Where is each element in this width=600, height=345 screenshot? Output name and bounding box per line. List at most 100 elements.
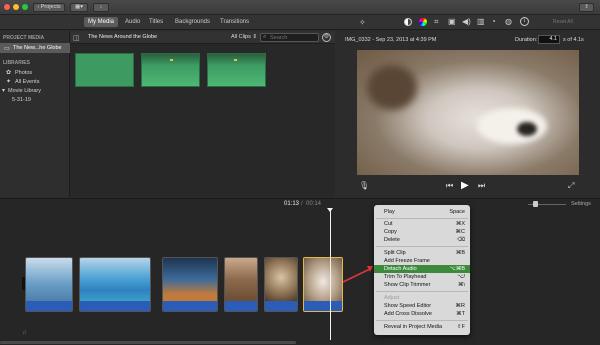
clip-audio-track: [265, 301, 297, 311]
equalizer-icon[interactable]: ▥: [477, 17, 485, 26]
noise-reduction-icon[interactable]: ◍: [505, 17, 512, 26]
duration-total: s of 4.1s: [563, 37, 584, 43]
speed-icon[interactable]: ◔: [491, 17, 496, 26]
tab-transitions[interactable]: Transitions: [216, 17, 253, 27]
magic-wand-icon[interactable]: ✧: [359, 18, 366, 27]
timeline-clip-selected[interactable]: [303, 257, 343, 312]
clip-name: IMG_0332 - Sep 23, 2013 at 4:39 PM: [345, 37, 437, 43]
zoom-window-button[interactable]: [22, 4, 28, 10]
close-window-button[interactable]: [4, 4, 10, 10]
projects-back-button[interactable]: ‹ Projects: [33, 3, 65, 12]
timeline-clip[interactable]: [264, 257, 298, 312]
info-icon[interactable]: i: [520, 17, 529, 26]
stabilization-icon[interactable]: ▣: [448, 17, 456, 26]
photos-icon: ✿: [6, 70, 12, 76]
film-icon: ▭: [4, 46, 10, 52]
media-browser-toggle-button[interactable]: ▦▾: [70, 3, 88, 12]
thumbnail-marker: [170, 59, 173, 61]
sidebar-toggle-icon[interactable]: ◫: [73, 34, 80, 42]
menu-item-delete[interactable]: Delete ⌫: [374, 236, 470, 244]
settings-button[interactable]: Settings: [571, 201, 591, 207]
crop-icon[interactable]: ⌗: [434, 17, 439, 27]
clips-filter-select[interactable]: All Clips ⇕: [231, 34, 257, 40]
clip-audio-track: [304, 301, 342, 311]
skip-forward-icon[interactable]: ⏭︎: [478, 181, 485, 191]
clip-audio-track: [26, 301, 72, 311]
skip-back-icon[interactable]: ⏮︎: [446, 181, 453, 191]
timeline-clip[interactable]: [224, 257, 258, 312]
menu-separator: [376, 320, 468, 321]
video-preview: [357, 50, 579, 175]
menu-item-detach-audio[interactable]: Detach Audio ⌥⌘B: [374, 265, 470, 273]
clip-audio-track: [163, 301, 217, 311]
title-bar: ‹ Projects ▦▾ ↓ ⇪: [0, 0, 600, 15]
sidebar-item-all-events[interactable]: ✦ All Events: [6, 78, 68, 86]
menu-item-reveal-in-project-media[interactable]: Reveal in Project Media ⇧F: [374, 323, 470, 331]
tab-backgrounds[interactable]: Backgrounds: [171, 17, 214, 27]
duration-field[interactable]: 4.1: [538, 35, 560, 44]
sidebar-item-event[interactable]: 5-31-19: [12, 97, 68, 105]
settings-gear-icon[interactable]: ⚙: [322, 33, 331, 42]
timeline-clip[interactable]: [25, 257, 73, 312]
share-button[interactable]: ⇪: [579, 3, 594, 12]
clip-thumbnail: [265, 258, 297, 301]
menu-item-play[interactable]: Play Space: [374, 208, 470, 216]
playhead-handle-icon[interactable]: [327, 208, 333, 212]
disclosure-triangle-icon[interactable]: ▾: [2, 87, 5, 94]
tab-my-media[interactable]: My Media: [84, 17, 119, 27]
menu-item-show-clip-trimmer[interactable]: Show Clip Trimmer ⌘\: [374, 281, 470, 289]
import-button[interactable]: ↓: [93, 3, 109, 12]
menu-item-copy[interactable]: Copy ⌘C: [374, 228, 470, 236]
clip-thumbnail: [163, 258, 217, 301]
search-field[interactable]: ⌕ Search: [260, 33, 319, 42]
clip-audio-track: [225, 301, 257, 311]
color-correction-icon[interactable]: [419, 18, 427, 26]
menu-item-split-clip[interactable]: Split Clip ⌘B: [374, 249, 470, 257]
preview-blur-shape: [517, 122, 537, 136]
menu-separator: [376, 291, 468, 292]
minimize-window-button[interactable]: [13, 4, 19, 10]
browser-title: The News Around the Globe: [88, 34, 158, 40]
microphone-icon[interactable]: 🎙︎: [359, 181, 369, 190]
menu-item-add-freeze-frame[interactable]: Add Freeze Frame: [374, 257, 470, 265]
fullscreen-icon[interactable]: ⤢: [568, 181, 574, 191]
menu-item-show-speed-editor[interactable]: Show Speed Editor ⌘R: [374, 302, 470, 310]
playhead[interactable]: [330, 210, 331, 340]
color-balance-icon[interactable]: [404, 18, 412, 26]
sidebar-item-project[interactable]: ▭ The New...he Globe: [0, 43, 70, 53]
menu-item-cut[interactable]: Cut ⌘X: [374, 220, 470, 228]
star-icon: ✦: [6, 79, 12, 85]
current-time: 01:13: [284, 201, 300, 207]
tab-titles[interactable]: Titles: [145, 17, 167, 27]
clip-thumbnail: [304, 258, 342, 301]
media-thumbnail[interactable]: [141, 53, 200, 87]
play-icon[interactable]: ▶: [461, 180, 469, 191]
menu-separator: [376, 218, 468, 219]
sidebar-item-movie-library[interactable]: ▾ Movie Library: [2, 87, 68, 95]
clip-thumbnail: [80, 258, 150, 301]
reset-all-button[interactable]: Reset All: [553, 19, 573, 25]
clip-audio-track: [80, 301, 150, 311]
timeline-clip[interactable]: [162, 257, 218, 312]
tab-audio[interactable]: Audio: [121, 17, 144, 27]
toolbar-row: My Media Audio Titles Backgrounds Transi…: [0, 15, 600, 30]
zoom-slider-knob[interactable]: [533, 201, 538, 207]
grid-icon: ▦▾: [75, 4, 83, 10]
media-thumbnail[interactable]: [75, 53, 134, 87]
horizontal-scrollbar[interactable]: [0, 341, 296, 344]
menu-item-adjust: Adjust: [384, 295, 400, 301]
libraries-header: LIBRARIES: [3, 60, 30, 66]
chevron-updown-icon: ⇕: [250, 34, 258, 40]
volume-icon[interactable]: ◀): [462, 17, 471, 26]
clip-thumbnail: [225, 258, 257, 301]
menu-item-add-cross-dissolve[interactable]: Add Cross Dissolve ⌘T: [374, 310, 470, 318]
timeline-clip[interactable]: [79, 257, 151, 312]
menu-item-trim-to-playhead[interactable]: Trim To Playhead ⌥/: [374, 273, 470, 281]
sidebar-item-photos[interactable]: ✿ Photos: [6, 69, 68, 77]
timeline: 01:13 / 00:14 Settings ♫: [0, 198, 600, 345]
audio-note-icon: ♫: [22, 330, 27, 336]
duration-label: Duration:: [515, 37, 538, 43]
menu-separator: [376, 246, 468, 247]
media-thumbnail[interactable]: [207, 53, 266, 87]
thumbnail-marker: [234, 59, 237, 61]
